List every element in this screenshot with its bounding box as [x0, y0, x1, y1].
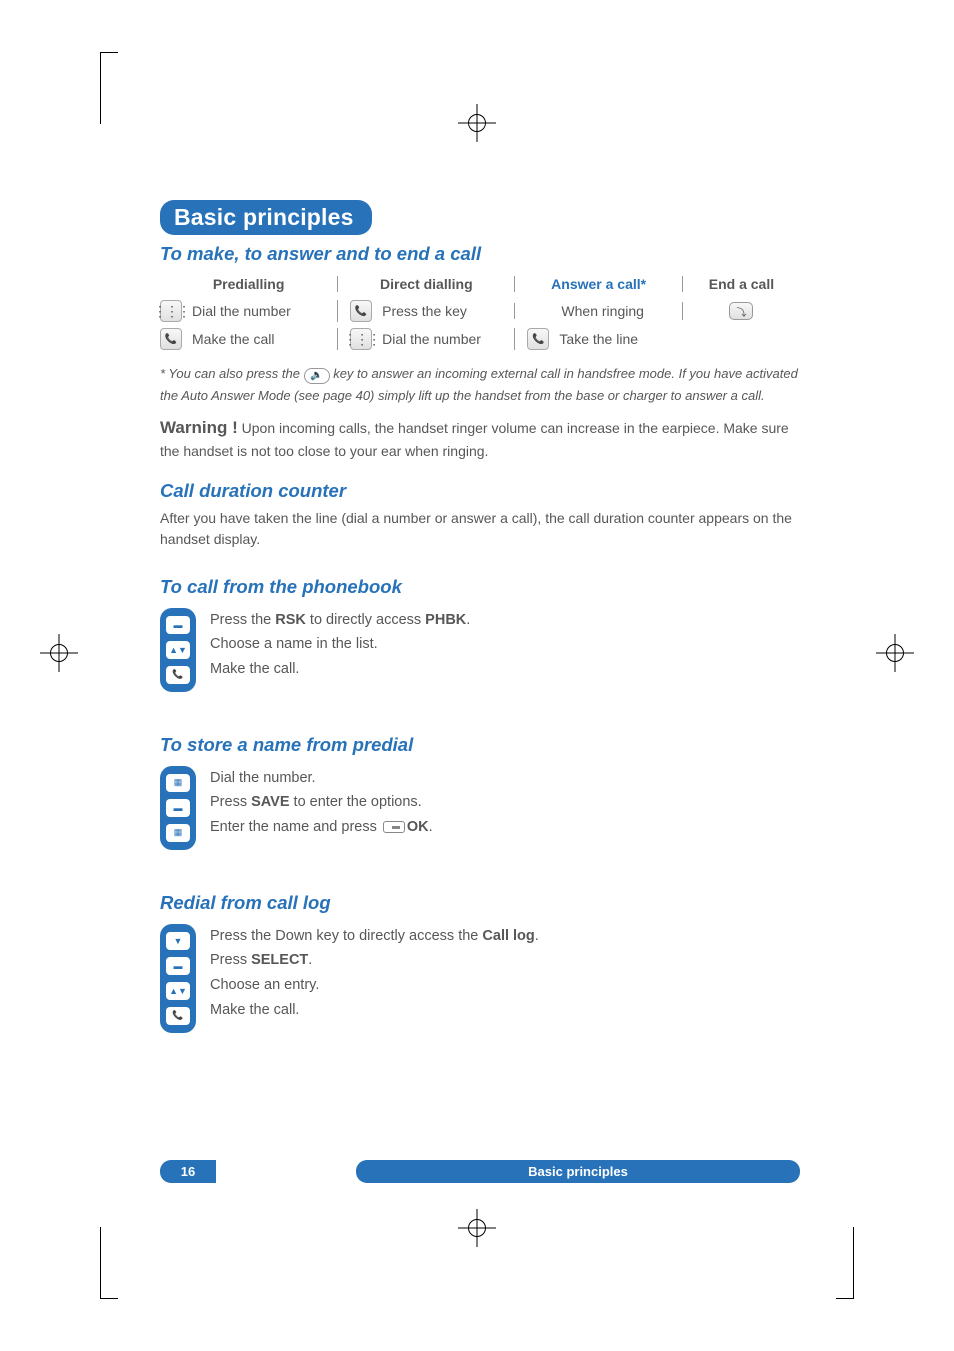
step-text: Press the Down key to directly access th…: [210, 924, 800, 1023]
page-content: Basic principles To make, to answer and …: [160, 200, 800, 1033]
step-text: Press the RSK to directly access PHBK. C…: [210, 608, 800, 682]
subheading-phonebook: To call from the phonebook: [160, 576, 800, 598]
col-answer: Answer a call*: [515, 276, 681, 292]
keypad-icon: ⋮⋮⋮: [350, 328, 372, 350]
registration-mark: [464, 1215, 490, 1241]
step-icons: ▬ ▲▼ 📞: [160, 608, 196, 692]
registration-mark: [464, 110, 490, 136]
nav-key-icon: ▲▼: [166, 982, 190, 1000]
keypad-icon: ⋮⋮⋮: [160, 300, 182, 322]
registration-mark: [46, 640, 72, 666]
registration-mark: [882, 640, 908, 666]
step-icons: ▼ ▬ ▲▼ 📞: [160, 924, 196, 1033]
page-footer: 16 Basic principles: [160, 1160, 800, 1183]
cell: Dial the number: [192, 303, 291, 319]
col-direct: Direct dialling: [338, 276, 514, 292]
subheading-store: To store a name from predial: [160, 734, 800, 756]
subheading-make-call: To make, to answer and to end a call: [160, 243, 800, 265]
softkey-icon: ▬: [166, 957, 190, 975]
page-number: 16: [160, 1160, 216, 1183]
duration-text: After you have taken the line (dial a nu…: [160, 508, 800, 550]
warning-note: Warning ! Upon incoming calls, the hands…: [160, 415, 800, 462]
cell: When ringing: [561, 303, 644, 319]
col-predialling: Predialling: [160, 276, 337, 292]
cell: Make the call: [192, 331, 274, 347]
keypad-icon: ▦: [166, 824, 190, 842]
softkey-icon: [383, 821, 405, 833]
talk-key-icon: 📞: [166, 1007, 190, 1025]
nav-key-icon: ▼: [166, 932, 190, 950]
footnote: * You can also press the 🔈 key to answer…: [160, 363, 800, 407]
subheading-redial: Redial from call log: [160, 892, 800, 914]
crop-mark: [100, 1227, 118, 1299]
end-key-icon: ⤵: [729, 302, 753, 320]
softkey-icon: ▬: [166, 799, 190, 817]
talk-key-icon: 📞: [527, 328, 549, 350]
cell: Press the key: [382, 303, 467, 319]
step-icons: ▦ ▬ ▦: [160, 766, 196, 850]
cell: Dial the number: [382, 331, 481, 347]
col-end: End a call: [683, 276, 800, 292]
crop-mark: [836, 1227, 854, 1299]
cell: Take the line: [559, 331, 638, 347]
softkey-icon: ▬: [166, 616, 190, 634]
talk-key-icon: 📞: [160, 328, 182, 350]
crop-mark: [100, 52, 118, 124]
subheading-duration: Call duration counter: [160, 480, 800, 502]
section-pill: Basic principles: [160, 200, 372, 235]
call-table: Predialling Direct dialling Answer a cal…: [160, 271, 800, 353]
talk-key-icon: 📞: [166, 666, 190, 684]
step-text: Dial the number. Press SAVE to enter the…: [210, 766, 800, 840]
speaker-key-icon: 🔈: [304, 368, 330, 384]
talk-key-icon: 📞: [350, 300, 372, 322]
footer-label: Basic principles: [356, 1160, 800, 1183]
keypad-icon: ▦: [166, 774, 190, 792]
nav-key-icon: ▲▼: [166, 641, 190, 659]
